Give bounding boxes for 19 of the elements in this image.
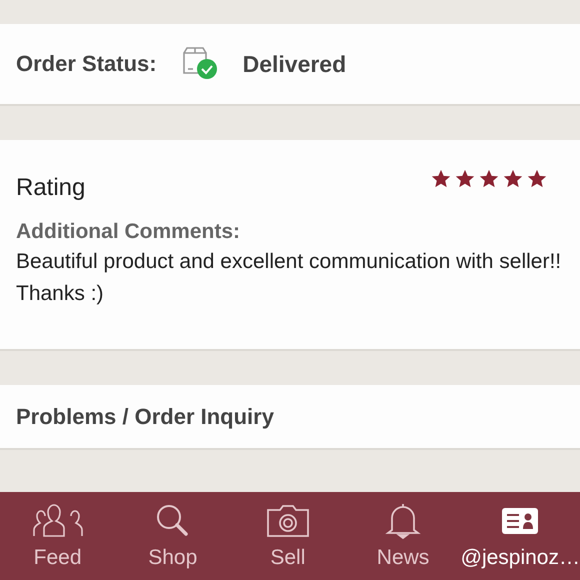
problems-title: Problems / Order Inquiry (16, 404, 274, 430)
star-icon (478, 168, 500, 190)
nav-tab[interactable]: Shop (115, 492, 230, 580)
nav-tab[interactable]: Feed (0, 492, 116, 580)
nav-tab[interactable]: Sell (230, 492, 346, 580)
star-icon (526, 168, 548, 190)
package-check-icon (180, 47, 219, 81)
order-status-value: Delivered (242, 50, 346, 78)
star-icon (502, 168, 524, 190)
rating-title: Rating (16, 174, 86, 202)
nav-tab[interactable]: @jespinoz… (460, 492, 580, 580)
nav-tab[interactable]: News (345, 492, 461, 580)
star-icon (454, 168, 476, 190)
star-icon (430, 168, 452, 190)
order-status-label: Order Status: (16, 51, 157, 77)
problems-card[interactable]: Problems / Order Inquiry (0, 385, 580, 450)
people-icon (32, 502, 84, 540)
comments-label: Additional Comments: (16, 220, 241, 244)
comments-text: Beautiful product and excellent communication with seller!! Thanks :) (16, 249, 562, 307)
